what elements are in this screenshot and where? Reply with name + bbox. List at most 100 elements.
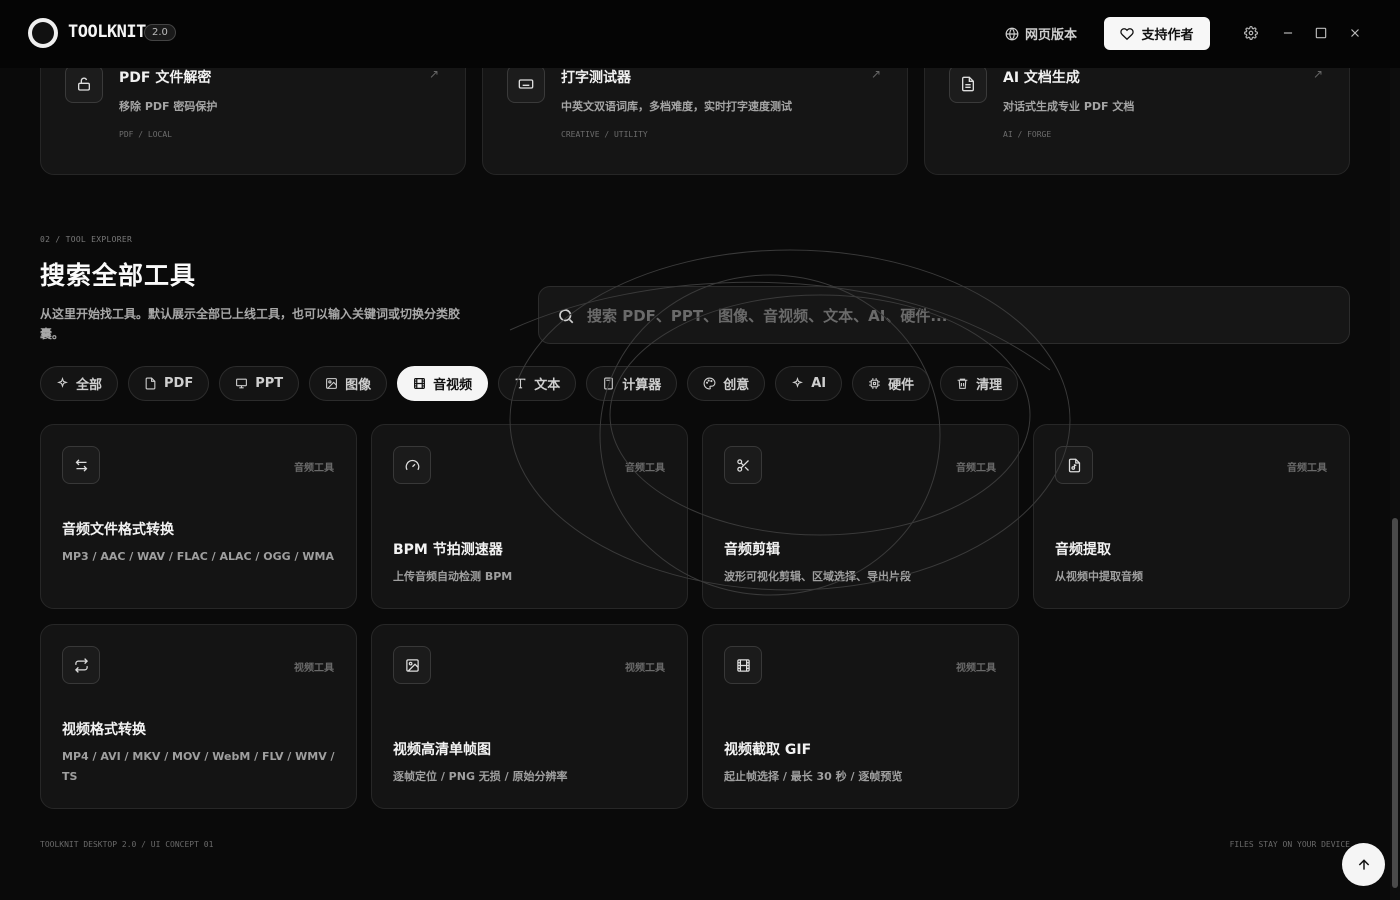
back-to-top-button[interactable] xyxy=(1342,843,1385,886)
scissors-icon xyxy=(736,458,749,472)
tool-card-audio-extract[interactable]: 音频工具 音频提取 从视频中提取音频 xyxy=(1033,424,1350,609)
tool-title: 音频文件格式转换 xyxy=(62,522,174,538)
section-title: 搜索全部工具 xyxy=(40,261,197,290)
gear-icon xyxy=(1244,26,1258,40)
close-button[interactable] xyxy=(1347,24,1363,42)
repeat-icon xyxy=(74,657,88,673)
section-label: 02 / TOOL EXPLORER xyxy=(40,235,133,244)
tool-tag: PDF / LOCAL xyxy=(119,130,172,139)
tool-title: 音频提取 xyxy=(1055,542,1111,558)
maximize-icon xyxy=(1315,27,1327,39)
tool-category: 音频工具 xyxy=(956,463,996,474)
tool-tag: CREATIVE / UTILITY xyxy=(561,130,648,139)
arrow-up-icon xyxy=(1358,858,1369,870)
tool-icon-box xyxy=(1055,446,1093,484)
search-input[interactable] xyxy=(587,299,1327,333)
tool-card-audio-trim[interactable]: 音频工具 音频剪辑 波形可视化剪辑、区域选择、导出片段 xyxy=(702,424,1019,609)
search-box xyxy=(538,286,1350,344)
chip-ppt[interactable]: PPT xyxy=(219,366,300,401)
category-chips: 全部 PDF PPT 图像 音视频 文本 计算器 创意 AI 硬件 清理 xyxy=(40,366,1019,401)
chip-all[interactable]: 全部 xyxy=(40,366,119,401)
tool-title: BPM 节拍测速器 xyxy=(393,542,503,558)
chip-label: AI xyxy=(811,376,827,391)
tool-category: 视频工具 xyxy=(956,663,996,674)
keyboard-icon xyxy=(518,79,534,89)
tool-card-video-frame[interactable]: 视频工具 视频高清单帧图 逐帧定位 / PNG 无损 / 原始分辨率 xyxy=(371,624,688,809)
trash-icon xyxy=(957,378,968,389)
tool-icon-box xyxy=(65,65,103,103)
tool-desc: MP4 / AVI / MKV / MOV / WebM / FLV / WMV… xyxy=(62,750,335,783)
sparkle-icon xyxy=(57,377,68,388)
chip-ai[interactable]: AI xyxy=(775,366,843,401)
section-description: 从这里开始找工具。默认展示全部已上线工具，也可以输入关键词或切换分类胶囊。 xyxy=(40,307,461,341)
chip-text[interactable]: 文本 xyxy=(498,366,577,401)
tool-title: AI 文档生成 xyxy=(1003,70,1080,86)
tool-card-video-convert[interactable]: 视频工具 视频格式转换 MP4 / AVI / MKV / MOV / WebM… xyxy=(40,624,357,809)
web-version-link[interactable]: 网页版本 xyxy=(1005,24,1077,43)
tool-card-bpm[interactable]: 音频工具 BPM 节拍测速器 上传音频自动检测 BPM xyxy=(371,424,688,609)
image-icon xyxy=(326,378,338,389)
image-icon xyxy=(405,658,419,672)
support-author-button[interactable]: 支持作者 xyxy=(1104,17,1210,50)
chip-label: 图像 xyxy=(345,378,372,393)
app-logo xyxy=(28,18,58,48)
chip-audio-video[interactable]: 音视频 xyxy=(397,366,489,401)
tool-tag: AI / FORGE xyxy=(1003,130,1052,139)
chip-label: 清理 xyxy=(976,378,1003,393)
presentation-icon xyxy=(236,378,248,389)
chip-hardware[interactable]: 硬件 xyxy=(852,366,931,401)
scrollbar-thumb[interactable] xyxy=(1392,518,1398,888)
sparkle-icon xyxy=(792,377,804,388)
chip-icon xyxy=(869,378,881,389)
footer-right: FILES STAY ON YOUR DEVICE xyxy=(1229,840,1350,849)
chip-label: 文本 xyxy=(534,378,561,393)
minimize-button[interactable] xyxy=(1280,24,1296,42)
web-version-label: 网页版本 xyxy=(1025,28,1078,43)
chip-cleanup[interactable]: 清理 xyxy=(940,366,1019,401)
arrow-up-right-icon: ↗ xyxy=(870,67,881,81)
app-name: TOOLKNIT xyxy=(68,22,146,42)
tool-card-video-gif[interactable]: 视频工具 视频截取 GIF 起止帧选择 / 最长 30 秒 / 逐帧预览 xyxy=(702,624,1019,809)
tool-desc: 逐帧定位 / PNG 无损 / 原始分辨率 xyxy=(393,770,568,783)
swap-icon xyxy=(75,458,87,472)
arrow-up-right-icon: ↗ xyxy=(1312,67,1323,81)
tool-card-audio-convert[interactable]: 音频工具 音频文件格式转换 MP3 / AAC / WAV / FLAC / A… xyxy=(40,424,357,609)
tool-icon-box xyxy=(724,446,762,484)
settings-button[interactable] xyxy=(1243,24,1259,42)
footer-left: TOOLKNIT DESKTOP 2.0 / UI CONCEPT 01 xyxy=(40,840,214,849)
text-icon xyxy=(515,378,526,389)
tool-category: 视频工具 xyxy=(294,663,334,674)
tool-icon-box xyxy=(393,646,431,684)
maximize-button[interactable] xyxy=(1313,24,1329,42)
minimize-icon xyxy=(1283,32,1293,34)
unlock-icon xyxy=(78,77,90,91)
chip-label: 计算器 xyxy=(622,378,662,393)
document-icon xyxy=(962,76,974,92)
tool-category: 视频工具 xyxy=(625,663,665,674)
chip-creative[interactable]: 创意 xyxy=(687,366,766,401)
tool-title: 视频高清单帧图 xyxy=(393,742,491,758)
chip-pdf[interactable]: PDF xyxy=(128,366,210,401)
close-icon xyxy=(1351,29,1359,37)
tool-icon-box xyxy=(62,646,100,684)
chip-label: 创意 xyxy=(723,378,750,393)
chip-label: PDF xyxy=(164,376,194,391)
tool-desc: 中英文双语词库，多档难度，实时打字速度测试 xyxy=(561,100,792,113)
chip-label: 音视频 xyxy=(433,378,473,393)
tool-title: 视频截取 GIF xyxy=(724,742,812,758)
tool-title: PDF 文件解密 xyxy=(119,70,212,86)
chip-label: PPT xyxy=(255,376,284,391)
tool-desc: 上传音频自动检测 BPM xyxy=(393,570,513,583)
tool-title: 音频剪辑 xyxy=(724,542,780,558)
tool-title: 打字测试器 xyxy=(561,70,631,86)
file-icon xyxy=(145,377,156,390)
arrow-up-right-icon: ↗ xyxy=(428,67,439,81)
film-icon xyxy=(736,658,750,672)
tool-icon-box xyxy=(62,446,100,484)
chip-image[interactable]: 图像 xyxy=(309,366,388,401)
globe-icon xyxy=(1005,27,1019,40)
chip-calculator[interactable]: 计算器 xyxy=(586,366,678,401)
tool-category: 音频工具 xyxy=(1287,463,1327,474)
tool-icon-box xyxy=(949,65,987,103)
tool-icon-box xyxy=(507,65,545,103)
